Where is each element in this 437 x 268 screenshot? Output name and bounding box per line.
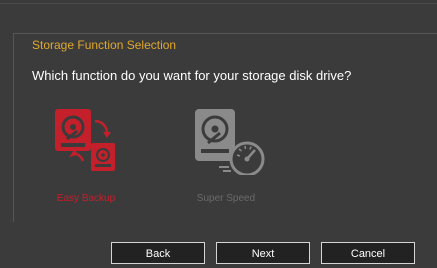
option-super-speed[interactable]: Super Speed [181, 105, 271, 205]
top-divider [0, 3, 437, 4]
next-button[interactable]: Next [216, 242, 310, 264]
storage-setup-screen: Storage Function Selection Which functio… [0, 0, 437, 268]
cancel-button[interactable]: Cancel [321, 242, 415, 264]
super-speed-icon [195, 109, 265, 175]
option-super-speed-label: Super Speed [196, 193, 256, 204]
easy-backup-icon [55, 109, 115, 171]
option-easy-backup[interactable]: Easy Backup [41, 105, 131, 205]
option-easy-backup-label: Easy Backup [56, 193, 116, 204]
panel-title: Storage Function Selection [32, 38, 177, 52]
question-text: Which function do you want for your stor… [32, 68, 352, 83]
back-button[interactable]: Back [111, 242, 205, 264]
